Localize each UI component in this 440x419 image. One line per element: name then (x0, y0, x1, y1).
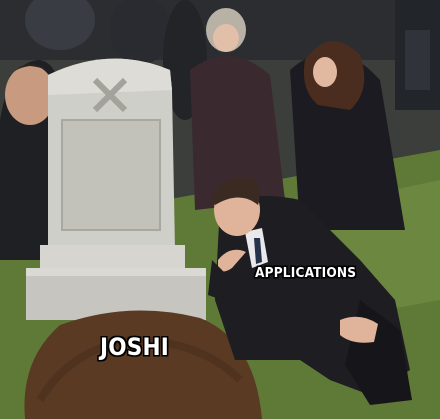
meme-photo (0, 0, 440, 419)
meme-image: JOSHI APPLICATIONS (0, 0, 440, 419)
caption-dirt-label: JOSHI (100, 333, 170, 361)
caption-man-label: APPLICATIONS (255, 265, 357, 281)
